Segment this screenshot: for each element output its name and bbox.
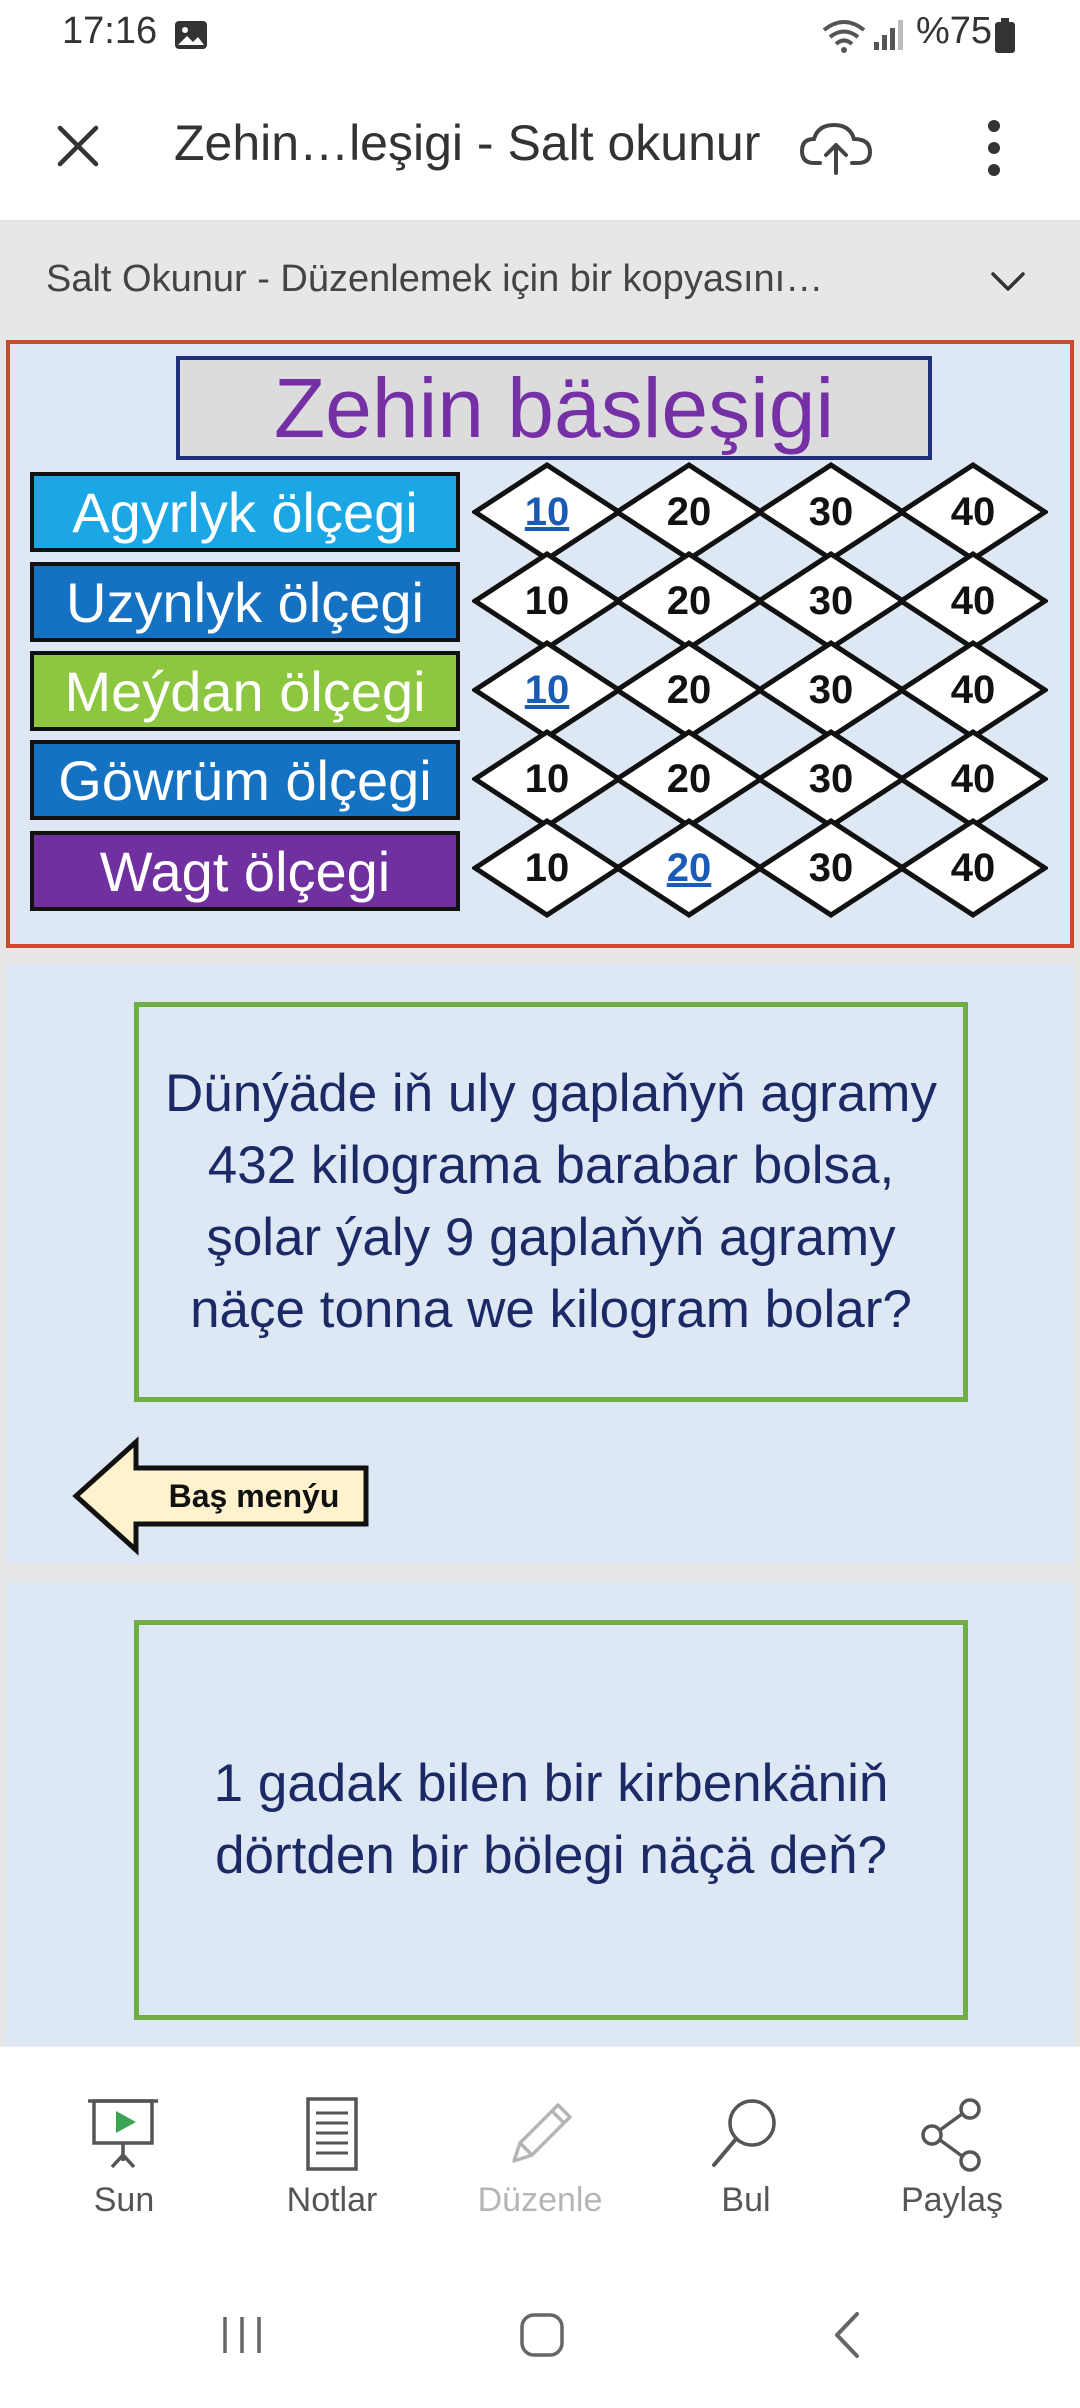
category-agyrlyk[interactable]: Agyrlyk ölçegi — [30, 472, 460, 552]
bottom-toolbar: Sun Notlar Düzenle Bul Paylaş — [0, 2046, 1080, 2260]
points-value: 30 — [808, 845, 854, 890]
slides-panel[interactable]: Zehin bäsleşigi Agyrlyk ölçegi Uzynlyk ö… — [0, 336, 1080, 2046]
slide-1[interactable]: Zehin bäsleşigi Agyrlyk ölçegi Uzynlyk ö… — [6, 340, 1074, 948]
points-cell[interactable]: 20 — [614, 729, 764, 829]
recent-apps-button[interactable] — [182, 2300, 302, 2370]
points-value: 30 — [808, 578, 854, 623]
main-menu-button[interactable]: Baş menýu — [72, 1436, 372, 1556]
status-time: 17:16 — [62, 10, 158, 52]
points-cell[interactable]: 20 — [614, 551, 764, 651]
signal-icon — [872, 18, 906, 52]
points-cell[interactable]: 10 — [472, 729, 622, 829]
category-gowrum[interactable]: Göwrüm ölçegi — [30, 740, 460, 820]
present-button[interactable]: Sun — [24, 2095, 224, 2235]
more-vertical-icon — [988, 120, 1000, 176]
find-button[interactable]: Bul — [646, 2095, 846, 2235]
recent-apps-icon — [223, 2317, 261, 2353]
points-value: 10 — [524, 756, 570, 801]
find-label: Bul — [721, 2181, 771, 2219]
points-cell[interactable]: 40 — [898, 818, 1048, 918]
question-box: Dünýäde iň uly gaplaňyň agramy 432 kilog… — [134, 1002, 968, 1402]
points-value: 40 — [950, 667, 996, 712]
main-menu-label: Baş menýu — [168, 1477, 340, 1514]
notes-button[interactable]: Notlar — [232, 2095, 432, 2235]
points-cell[interactable]: 10 — [472, 640, 622, 740]
share-button[interactable]: Paylaş — [852, 2095, 1052, 2235]
chevron-down-icon[interactable] — [978, 252, 1038, 312]
document-title: Zehin…leşigi - Salt okunur — [174, 115, 761, 171]
edit-button[interactable]: Düzenle — [440, 2095, 640, 2235]
points-value: 10 — [524, 845, 570, 890]
present-label: Sun — [93, 2181, 155, 2219]
points-cell[interactable]: 20 — [614, 640, 764, 740]
home-icon — [520, 2313, 564, 2357]
points-cell[interactable]: 20 — [614, 462, 764, 562]
slide-3[interactable]: 1 gadak bilen bir kirbenkäniň dörtden bi… — [6, 1582, 1074, 2046]
system-nav-bar — [0, 2260, 1080, 2408]
points-value: 40 — [950, 578, 996, 623]
points-value: 40 — [950, 489, 996, 534]
back-button[interactable] — [786, 2300, 906, 2370]
search-icon — [706, 2095, 786, 2175]
notes-label: Notlar — [286, 2181, 378, 2219]
points-value: 10 — [524, 489, 570, 534]
points-value: 40 — [950, 756, 996, 801]
notes-icon — [292, 2095, 372, 2175]
points-value: 30 — [808, 756, 854, 801]
gallery-icon — [174, 20, 208, 50]
slide-title: Zehin bäsleşigi — [176, 356, 932, 460]
points-value: 10 — [524, 578, 570, 623]
question-text: 1 gadak bilen bir kirbenkäniň dörtden bi… — [213, 1754, 889, 1885]
points-value: 20 — [666, 667, 712, 712]
question-box: 1 gadak bilen bir kirbenkäniň dörtden bi… — [134, 1620, 968, 2020]
more-options-button[interactable] — [962, 110, 1026, 186]
points-cell[interactable]: 10 — [472, 462, 622, 562]
battery-percent: %75 — [916, 10, 993, 52]
points-cell[interactable]: 30 — [756, 462, 906, 562]
upload-cloud-button[interactable] — [796, 112, 876, 184]
points-cell[interactable]: 30 — [756, 729, 906, 829]
points-cell[interactable]: 40 — [898, 640, 1048, 740]
share-icon — [912, 2095, 992, 2175]
points-cell[interactable]: 40 — [898, 462, 1048, 562]
close-icon — [57, 125, 99, 167]
battery-icon — [994, 18, 1016, 54]
points-cell[interactable]: 30 — [756, 640, 906, 740]
points-value: 40 — [950, 845, 996, 890]
home-button[interactable] — [482, 2300, 602, 2370]
points-value: 20 — [666, 845, 712, 890]
points-value: 30 — [808, 489, 854, 534]
share-label: Paylaş — [900, 2181, 1004, 2219]
points-cell[interactable]: 30 — [756, 551, 906, 651]
question-text: Dünýäde iň uly gaplaňyň agramy 432 kilog… — [165, 1064, 937, 1339]
points-cell[interactable]: 40 — [898, 551, 1048, 651]
pencil-icon — [500, 2095, 580, 2175]
category-wagt[interactable]: Wagt ölçegi — [30, 831, 460, 911]
status-bar: 17:16 %75 — [0, 0, 1080, 72]
slide-2[interactable]: Dünýäde iň uly gaplaňyň agramy 432 kilog… — [6, 964, 1074, 1564]
points-value: 20 — [666, 578, 712, 623]
wifi-icon — [820, 18, 868, 54]
read-only-text: Salt Okunur - Düzenlemek için bir kopyas… — [46, 258, 824, 300]
points-cell[interactable]: 30 — [756, 818, 906, 918]
present-icon — [84, 2095, 164, 2175]
read-only-banner[interactable]: Salt Okunur - Düzenlemek için bir kopyas… — [0, 222, 1080, 336]
close-button[interactable] — [42, 110, 114, 182]
points-value: 20 — [666, 756, 712, 801]
points-cell[interactable]: 40 — [898, 729, 1048, 829]
app-bar: Zehin…leşigi - Salt okunur — [0, 72, 1080, 222]
category-uzynlyk[interactable]: Uzynlyk ölçegi — [30, 562, 460, 642]
points-cell[interactable]: 20 — [614, 818, 764, 918]
edit-label: Düzenle — [477, 2181, 603, 2219]
category-meydan[interactable]: Meýdan ölçegi — [30, 651, 460, 731]
cloud-upload-icon — [800, 122, 872, 175]
points-value: 20 — [666, 489, 712, 534]
back-icon — [835, 2312, 859, 2358]
points-value: 10 — [524, 667, 570, 712]
points-cell[interactable]: 10 — [472, 818, 622, 918]
points-cell[interactable]: 10 — [472, 551, 622, 651]
points-value: 30 — [808, 667, 854, 712]
